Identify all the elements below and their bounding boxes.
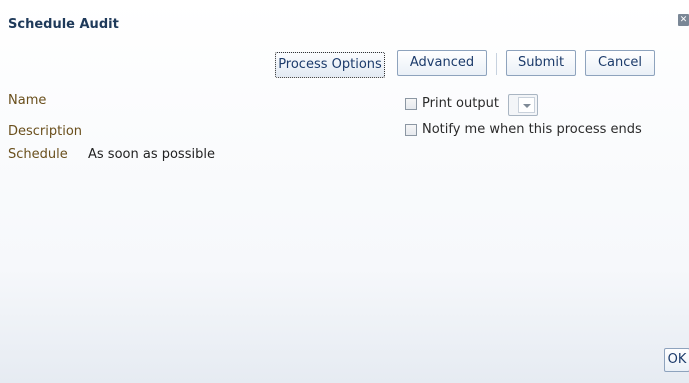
schedule-label: Schedule <box>8 147 68 162</box>
print-output-label: Print output <box>422 96 499 111</box>
advanced-button[interactable]: Advanced <box>397 50 487 76</box>
print-output-select[interactable] <box>508 94 538 116</box>
schedule-audit-dialog: Schedule Audit ✕ Process Options Advance… <box>0 0 689 383</box>
description-label: Description <box>8 124 83 139</box>
print-output-checkbox[interactable] <box>405 98 417 110</box>
print-output-select-button[interactable] <box>518 97 535 113</box>
cancel-label: Cancel <box>597 55 643 70</box>
notify-checkbox[interactable] <box>405 124 417 136</box>
toolbar-separator <box>496 53 497 75</box>
notify-label: Notify me when this process ends <box>422 122 642 137</box>
name-label: Name <box>8 93 47 108</box>
submit-label: Submit <box>517 55 565 70</box>
process-options-button[interactable]: Process Options <box>275 52 385 78</box>
close-icon[interactable]: ✕ <box>678 14 689 26</box>
ok-button[interactable]: OK <box>664 348 689 372</box>
submit-button[interactable]: Submit <box>506 50 576 76</box>
schedule-value: As soon as possible <box>88 147 215 162</box>
chevron-down-icon <box>523 104 531 108</box>
cancel-button[interactable]: Cancel <box>585 50 655 76</box>
dialog-title: Schedule Audit <box>8 17 119 32</box>
